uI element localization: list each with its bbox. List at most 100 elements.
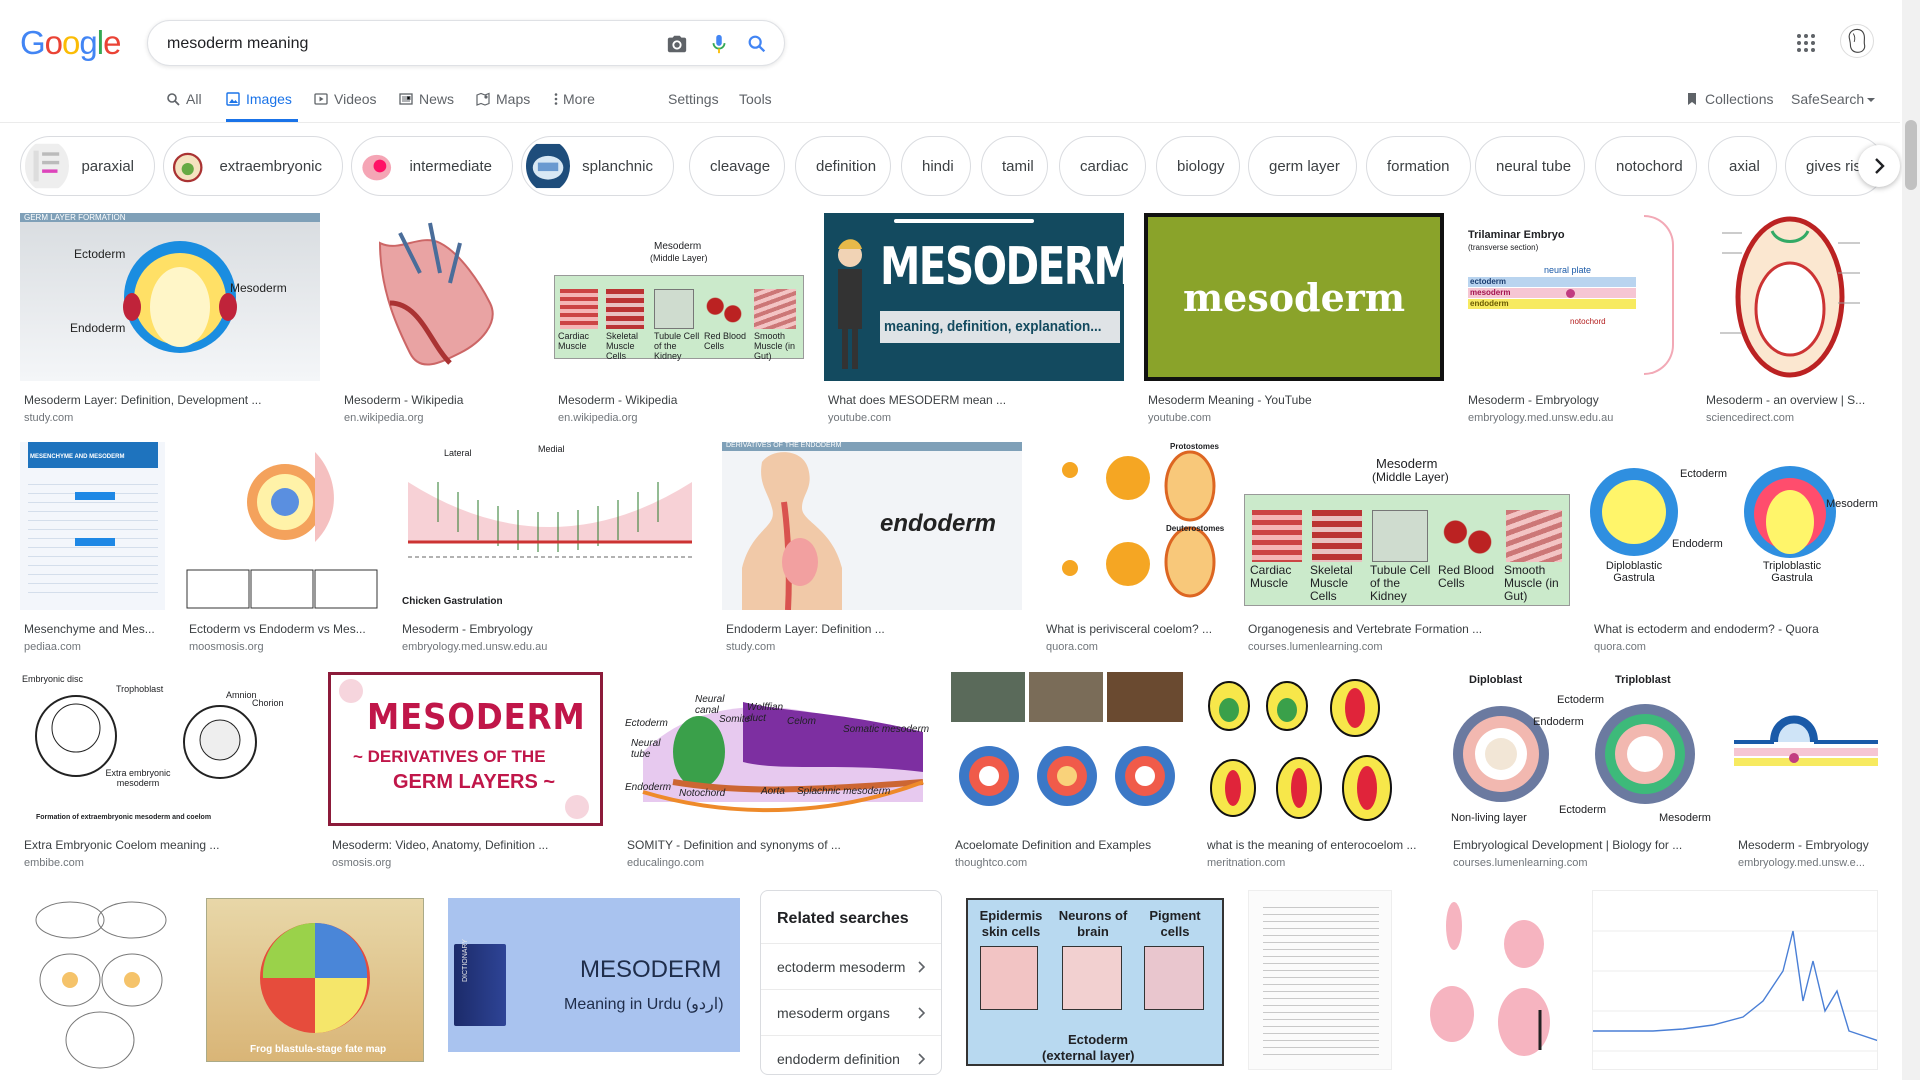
collections-link[interactable]: Collections [1685,84,1773,122]
account-avatar[interactable] [1840,24,1874,58]
tab-more[interactable]: More [553,84,595,122]
image-result[interactable]: Mesoderm (Middle Layer) Cardiac Muscle S… [554,213,804,424]
image-result[interactable]: Mesoderm (Middle Layer) Cardiac Muscle S… [1244,442,1570,653]
search-icon[interactable] [746,33,768,55]
related-searches-panel: Related searches ectoderm mesoderm mesod… [760,890,942,1075]
image-result[interactable] [1248,890,1392,1070]
image-text: Deuterostomes [1166,524,1224,533]
chip-label: paraxial [81,157,134,175]
chip[interactable]: paraxial [20,136,155,196]
google-logo[interactable]: Google [20,24,121,62]
chip[interactable]: notochord [1595,136,1697,196]
tab-videos[interactable]: Videos [314,84,377,122]
chip[interactable]: neural tube [1475,136,1585,196]
image-text: Neurons of brain [1058,908,1128,939]
chip[interactable]: definition [795,136,891,196]
image-text: Lateral [444,448,472,458]
image-result[interactable] [1412,890,1572,1070]
tab-label: All [186,91,202,107]
chip-label: tamil [1002,157,1034,175]
chip[interactable]: cardiac [1059,136,1146,196]
image-result[interactable]: mesoderm Mesoderm Meaning - YouTube yout… [1144,213,1444,424]
image-text: MESENCHYME AND MESODERM [30,454,125,460]
related-search-item[interactable]: ectoderm mesoderm [761,943,941,989]
camera-icon[interactable] [666,33,688,55]
play-icon [314,93,328,105]
page-scrollbar[interactable] [1902,0,1920,1080]
image-result[interactable]: DERIVATIVES OF THE ENDODERM endoderm End… [722,442,1022,653]
chip[interactable]: tamil [981,136,1048,196]
tab-settings[interactable]: Settings [668,84,719,122]
result-source: youtube.com [828,412,891,424]
chip[interactable]: cleavage [689,136,785,196]
tab-images[interactable]: Images [226,84,298,122]
logo-letter: o [44,24,63,61]
image-text: Neural canal [695,694,725,716]
result-title: Mesoderm - Wikipedia [344,393,464,407]
image-result[interactable]: MESODERM ~ DERIVATIVES OF THE GERM LAYER… [328,672,603,869]
image-result[interactable]: Diploblast Triploblast Ectoderm Endoderm… [1449,672,1714,869]
tab-all[interactable]: All [166,84,202,122]
related-search-item[interactable]: endoderm definition [761,1035,941,1080]
result-source: en.wikipedia.org [344,412,424,424]
result-source: meritnation.com [1207,857,1286,869]
chip[interactable]: splanchnic [521,136,674,196]
image-result[interactable]: MESENCHYME AND MESODERM Mesenchyme and M… [20,442,165,653]
image-result[interactable]: Lateral Medial Chicken Gastrulation Meso… [398,442,702,653]
tab-label: News [419,91,455,107]
chevron-right-icon [918,960,925,973]
result-thumbnail: Mesoderm (Middle Layer) Cardiac Muscle S… [554,213,804,381]
image-result[interactable]: Mesoderm - Embryology embryology.med.uns… [1734,672,1878,869]
tab-label: Settings [668,91,719,107]
image-result[interactable]: DICTIONARY MESODERM Meaning in Urdu (ارد… [448,890,740,1070]
tab-tools[interactable]: Tools [739,84,772,122]
image-result[interactable]: Protostomes Deuterostomes What is perivi… [1042,442,1224,653]
safesearch-dropdown[interactable]: SafeSearch [1791,84,1876,122]
chip[interactable]: axial [1708,136,1777,196]
image-result[interactable]: what is the meaning of enterocoelom ... … [1203,672,1429,869]
microphone-icon[interactable] [708,33,730,55]
related-search-item[interactable]: mesoderm organs [761,989,941,1035]
image-result[interactable] [1592,890,1878,1070]
result-thumbnail [340,213,534,381]
image-result[interactable]: MESODERM meaning, definition, explanatio… [824,213,1124,424]
image-text: Tubule Cell of the Kidney [654,331,700,361]
result-thumbnail: DERIVATIVES OF THE ENDODERM endoderm [722,442,1022,610]
chip-label: germ layer [1269,157,1340,175]
image-result[interactable]: Acoelomate Definition and Examples thoug… [951,672,1183,869]
tab-news[interactable]: News [399,84,454,122]
result-title: What does MESODERM mean ... [828,393,1007,407]
image-text: Mesoderm [1826,498,1878,510]
chip[interactable]: biology [1156,136,1240,196]
image-result[interactable]: Mesoderm - Wikipedia en.wikipedia.org [340,213,534,424]
image-result[interactable]: GERM LAYER FORMATION Ectoderm Mesoderm E… [20,213,320,424]
image-result[interactable]: Ectoderm vs Endoderm vs Mes... moosmosis… [185,442,378,653]
image-text: Ectoderm [1559,804,1607,816]
image-result[interactable]: Embryonic disc Trophoblast Amnion Chorio… [20,672,308,869]
chip[interactable]: hindi [901,136,971,196]
image-text: neural plate [1544,265,1592,275]
chip[interactable]: intermediate [351,136,513,196]
image-result[interactable]: Neural canal Wolffian duct Somite Celom … [623,672,931,869]
caret-down-icon [1867,98,1876,102]
image-result[interactable]: Mesoderm - an overview | S... sciencedir… [1702,213,1878,424]
result-thumbnail: Lateral Medial Chicken Gastrulation [398,442,702,610]
image-result[interactable]: Epidermis skin cells Neurons of brain Pi… [962,890,1228,1070]
image-text: Triploblastic Gastrula [1762,560,1822,584]
chips-next-button[interactable] [1858,145,1900,187]
search-input[interactable] [167,32,647,56]
tab-maps[interactable]: Maps [476,84,530,122]
image-result[interactable]: Trilaminar Embryo (transverse section) n… [1464,213,1682,424]
image-result[interactable] [20,890,180,1070]
image-text: Red Blood Cells [704,331,747,351]
chip-label: extraembryonic [219,157,322,175]
apps-grid-icon[interactable] [1796,33,1816,53]
result-thumbnail [1248,890,1392,1070]
chip-label: hindi [922,157,954,175]
scrollbar-thumb[interactable] [1905,120,1917,190]
image-result[interactable]: Frog blastula-stage fate map [200,890,430,1070]
chip[interactable]: formation [1366,136,1471,196]
chip[interactable]: extraembryonic [163,136,343,196]
image-result[interactable]: Ectoderm Mesoderm Endoderm Diploblastic … [1590,442,1880,653]
chip[interactable]: germ layer [1248,136,1357,196]
